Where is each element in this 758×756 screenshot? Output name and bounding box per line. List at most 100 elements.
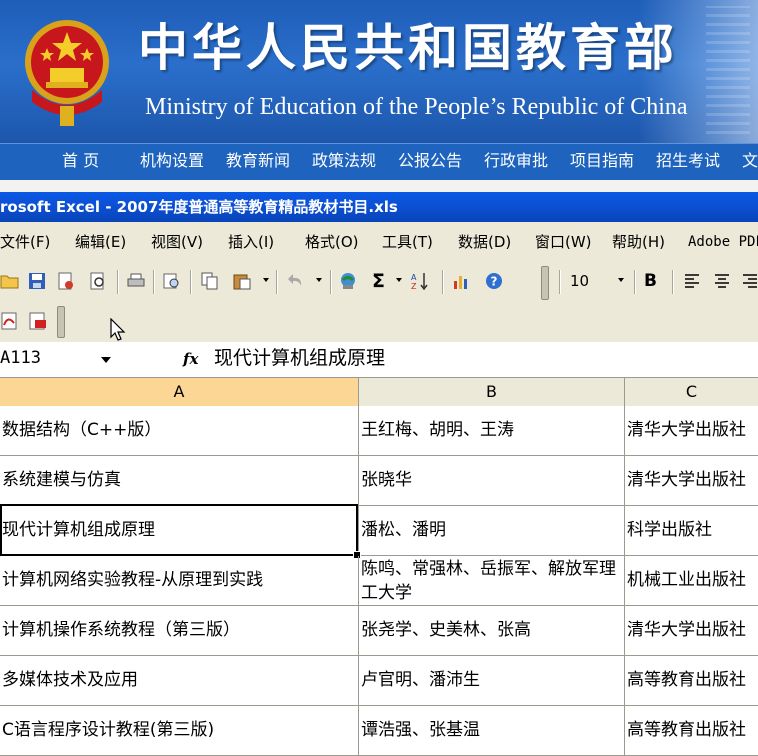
cell-publisher[interactable]: 高等教育出版社 — [625, 706, 758, 755]
name-box-dropdown-arrow[interactable] — [101, 357, 111, 363]
cell-publisher[interactable]: 清华大学出版社 — [625, 406, 758, 455]
nav-education-news[interactable]: 教育新闻 — [226, 149, 290, 173]
cell-authors[interactable]: 王红梅、胡明、王涛 — [359, 406, 625, 455]
open-icon[interactable] — [0, 271, 20, 291]
nav-admissions[interactable]: 招生考试 — [656, 149, 720, 173]
ministry-banner: 中华人民共和国教育部 Ministry of Education of the … — [0, 0, 758, 143]
cell-textbook-title-selected[interactable]: 现代计算机组成原理 — [0, 506, 359, 555]
banner-building-graphic — [706, 6, 750, 134]
window-title: rosoft Excel - 2007年度普通高等教育精品教材书目.xls — [0, 198, 398, 216]
cell-textbook-title[interactable]: 计算机网络实验教程-从原理到实践 — [0, 556, 359, 605]
table-row: 数据结构（C++版） 王红梅、胡明、王涛 清华大学出版社 — [0, 406, 758, 456]
column-header-b[interactable]: B — [359, 378, 625, 406]
menu-data[interactable]: 数据(D) — [458, 232, 511, 252]
column-header-a[interactable]: A — [0, 378, 359, 406]
copy-icon[interactable] — [200, 271, 220, 291]
autosum-dropdown-arrow[interactable] — [396, 278, 402, 282]
align-left-icon[interactable] — [684, 273, 700, 289]
svg-text:?: ? — [491, 275, 498, 289]
autosum-icon[interactable]: Σ — [372, 270, 385, 292]
formula-input[interactable]: 现代计算机组成原理 — [214, 346, 385, 370]
chart-wizard-icon[interactable] — [452, 271, 472, 291]
cell-textbook-title[interactable]: 多媒体技术及应用 — [0, 656, 359, 705]
column-headers: A B C — [0, 377, 758, 407]
svg-text:A: A — [411, 273, 417, 282]
pdf-convert-icon[interactable] — [0, 311, 20, 331]
standard-toolbar: Σ AZ ? 10 B — [0, 262, 758, 302]
help-icon[interactable]: ? — [484, 271, 504, 291]
insert-function-icon[interactable]: fx — [183, 348, 198, 370]
mouse-cursor-icon — [110, 318, 126, 341]
toolbar-separator — [153, 270, 155, 294]
column-header-c[interactable]: C — [625, 378, 758, 406]
nav-more[interactable]: 文 — [742, 149, 758, 173]
research-icon[interactable] — [162, 271, 182, 291]
font-size-dropdown-arrow[interactable] — [618, 278, 624, 282]
undo-icon[interactable] — [286, 271, 306, 291]
toolbar-grip-handle[interactable] — [541, 266, 549, 300]
nav-organization[interactable]: 机构设置 — [140, 149, 204, 173]
national-emblem-icon — [25, 20, 109, 126]
print-icon[interactable] — [126, 271, 146, 291]
cell-textbook-title[interactable]: C语言程序设计教程(第三版) — [0, 706, 359, 755]
toolbar-separator — [330, 270, 332, 294]
undo-dropdown-arrow[interactable] — [316, 278, 322, 282]
align-center-icon[interactable] — [714, 273, 730, 289]
menu-edit[interactable]: 编辑(E) — [75, 232, 126, 252]
cell-publisher[interactable]: 清华大学出版社 — [625, 456, 758, 505]
cell-authors[interactable]: 张尧学、史美林、张高 — [359, 606, 625, 655]
cell-authors[interactable]: 卢官明、潘沛生 — [359, 656, 625, 705]
pdf-email-icon[interactable] — [28, 311, 48, 331]
toolbar-separator — [634, 270, 636, 294]
permission-icon[interactable] — [56, 271, 76, 291]
toolbar-separator — [559, 270, 561, 294]
menu-window[interactable]: 窗口(W) — [535, 232, 592, 252]
paste-icon[interactable] — [232, 271, 252, 291]
menu-insert[interactable]: 插入(I) — [228, 232, 274, 252]
cell-textbook-title[interactable]: 计算机操作系统教程（第三版） — [0, 606, 359, 655]
ministry-title-english: Ministry of Education of the People’s Re… — [145, 94, 688, 120]
excel-title-bar[interactable]: rosoft Excel - 2007年度普通高等教育精品教材书目.xls — [0, 192, 758, 222]
nav-home[interactable]: 首 页 — [62, 149, 99, 173]
toolbar-grip-handle[interactable] — [57, 306, 65, 338]
nav-project-guide[interactable]: 项目指南 — [570, 149, 634, 173]
menu-view[interactable]: 视图(V) — [151, 232, 203, 252]
table-row: 系统建模与仿真 张晓华 清华大学出版社 — [0, 456, 758, 506]
menu-adobe-pdf[interactable]: Adobe PDF — [688, 232, 758, 252]
print-preview-icon[interactable] — [88, 271, 108, 291]
table-row: 计算机操作系统教程（第三版） 张尧学、史美林、张高 清华大学出版社 — [0, 606, 758, 656]
cell-authors[interactable]: 陈鸣、常强林、岳振军、解放军理工大学 — [359, 556, 625, 605]
menu-help[interactable]: 帮助(H) — [612, 232, 665, 252]
site-navigation: 首 页 机构设置 教育新闻 政策法规 公报公告 行政审批 项目指南 招生考试 文 — [0, 143, 758, 181]
cell-authors[interactable]: 谭浩强、张基温 — [359, 706, 625, 755]
cell-authors[interactable]: 潘松、潘明 — [359, 506, 625, 555]
align-right-icon[interactable] — [742, 273, 758, 289]
nav-bulletins[interactable]: 公报公告 — [398, 149, 462, 173]
cell-publisher[interactable]: 科学出版社 — [625, 506, 758, 555]
cell-publisher[interactable]: 高等教育出版社 — [625, 656, 758, 705]
menu-file[interactable]: 文件(F) — [0, 232, 50, 252]
nav-policies[interactable]: 政策法规 — [312, 149, 376, 173]
cell-textbook-title[interactable]: 系统建模与仿真 — [0, 456, 359, 505]
toolbar-separator — [117, 270, 119, 294]
paste-dropdown-arrow[interactable] — [263, 278, 269, 282]
menu-format[interactable]: 格式(O) — [305, 232, 359, 252]
sort-ascending-icon[interactable]: AZ — [410, 271, 430, 291]
nav-administrative-approval[interactable]: 行政审批 — [484, 149, 548, 173]
save-icon[interactable] — [27, 271, 47, 291]
menu-tools[interactable]: 工具(T) — [382, 232, 433, 252]
worksheet-grid: 数据结构（C++版） 王红梅、胡明、王涛 清华大学出版社 系统建模与仿真 张晓华… — [0, 406, 758, 756]
formula-bar: A113 fx 现代计算机组成原理 — [0, 342, 758, 376]
cell-textbook-title[interactable]: 数据结构（C++版） — [0, 406, 359, 455]
table-row: 计算机网络实验教程-从原理到实践 陈鸣、常强林、岳振军、解放军理工大学 机械工业… — [0, 556, 758, 606]
hyperlink-icon[interactable] — [338, 271, 358, 291]
toolbar-separator — [672, 270, 674, 294]
toolbar-separator — [442, 270, 444, 294]
bold-button[interactable]: B — [644, 270, 657, 292]
cell-authors[interactable]: 张晓华 — [359, 456, 625, 505]
toolbar-separator — [276, 270, 278, 294]
cell-publisher[interactable]: 清华大学出版社 — [625, 606, 758, 655]
cell-publisher[interactable]: 机械工业出版社 — [625, 556, 758, 605]
table-row: 多媒体技术及应用 卢官明、潘沛生 高等教育出版社 — [0, 656, 758, 706]
name-box[interactable]: A113 — [0, 347, 41, 369]
